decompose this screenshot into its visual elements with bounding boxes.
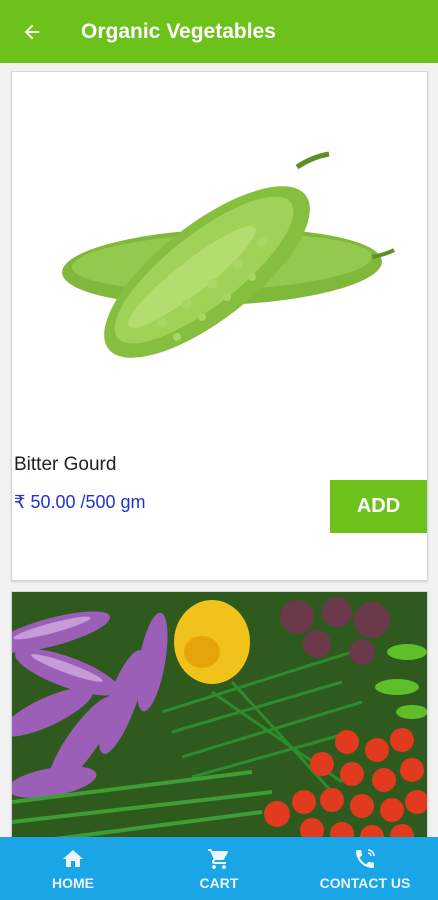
app-bar: Organic Vegetables	[0, 0, 438, 63]
nav-cart[interactable]: CART	[146, 837, 292, 900]
product-list[interactable]: Bitter Gourd ₹ 50.00 /500 gm ADD	[0, 63, 438, 837]
nav-contact-label: CONTACT US	[319, 874, 411, 891]
cart-icon	[208, 848, 228, 869]
nav-cart-label: CART	[199, 874, 239, 891]
back-button[interactable]	[0, 0, 64, 63]
home-icon	[63, 849, 83, 867]
bottom-navigation: HOME CART CONTACT US	[0, 837, 438, 900]
phone-icon	[356, 848, 375, 868]
page-title: Organic Vegetables	[81, 19, 276, 43]
nav-contact[interactable]: CONTACT US	[292, 837, 438, 900]
add-button[interactable]: ADD	[330, 480, 427, 533]
product-name: Bitter Gourd	[14, 454, 117, 475]
arrow-left-icon	[24, 24, 40, 39]
nav-home[interactable]: HOME	[0, 837, 146, 900]
nav-home-label: HOME	[52, 874, 94, 891]
bitter-gourd-image	[62, 151, 395, 358]
product-card[interactable]: Bitter Gourd ₹ 50.00 /500 gm ADD	[11, 71, 428, 581]
product-card-image[interactable]	[11, 591, 428, 837]
mixed-vegetables-image	[12, 592, 427, 837]
product-price: ₹ 50.00 /500 gm	[14, 492, 146, 512]
